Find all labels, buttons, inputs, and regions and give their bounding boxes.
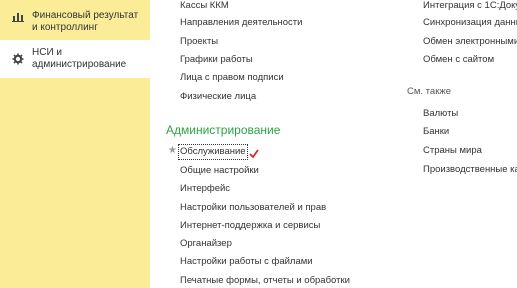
link-integration[interactable]: Интеграция с 1С:Доку [423,0,517,12]
gear-icon [12,53,26,65]
link-organizer[interactable]: Органайзер [180,238,232,250]
link-projects[interactable]: Проекты [180,36,218,48]
link-file-settings[interactable]: Настройки работы с файлами [180,256,313,268]
see-also-title: См. также [407,86,451,97]
link-cash-registers[interactable]: Кассы ККМ [180,0,229,12]
link-data-sync[interactable]: Синхронизация данны [423,17,517,29]
link-user-rights-settings[interactable]: Настройки пользователей и прав [180,202,326,214]
section-title-administration: Администрирование [166,123,281,137]
bar-chart-icon [12,10,26,22]
sidebar-item-finance[interactable]: Финансовый результат и контроллинг [0,10,150,34]
link-work-schedules[interactable]: Графики работы [180,54,253,66]
sidebar-item-label: Финансовый результат и контроллинг [32,10,139,33]
link-banks[interactable]: Банки [423,126,449,138]
sidebar-item-nsi[interactable]: НСИ и администрирование [0,40,150,78]
link-internet-support[interactable]: Интернет-поддержка и сервисы [180,220,320,232]
link-currencies[interactable]: Валюты [423,108,458,120]
checkmark-icon [249,146,259,164]
link-business-lines[interactable]: Направления деятельности [180,17,302,29]
right-column: Интеграция с 1С:Доку Синхронизация данны… [423,0,517,288]
star-icon[interactable]: ★ [168,145,177,157]
link-electronic-exchange[interactable]: Обмен электронными [423,36,517,48]
link-general-settings[interactable]: Общие настройки [180,165,259,177]
link-individuals[interactable]: Физические лица [180,91,256,103]
link-interface[interactable]: Интерфейс [180,183,230,195]
link-countries[interactable]: Страны мира [423,145,482,157]
link-maintenance[interactable]: Обслуживание [178,144,248,160]
link-signatories[interactable]: Лица с правом подписи [180,72,284,84]
link-print-forms[interactable]: Печатные формы, отчеты и обработки [180,275,350,287]
sidebar: Финансовый результат и контроллинг НСИ и… [0,0,150,288]
sidebar-item-label: НСИ и администрирование [32,47,127,70]
link-production-calendars[interactable]: Производственные ка [423,164,517,176]
link-site-exchange[interactable]: Обмен с сайтом [423,54,494,66]
